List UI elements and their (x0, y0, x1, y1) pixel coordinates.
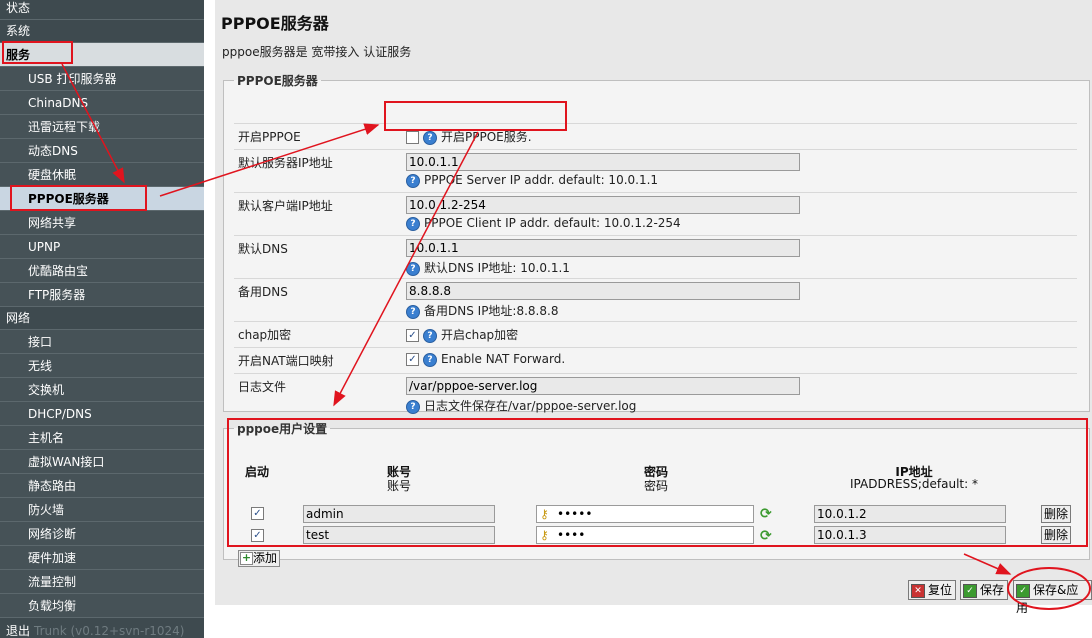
reset-icon: ✕ (911, 583, 925, 598)
add-icon: + (240, 551, 253, 565)
sidebar-item-network-share[interactable]: 网络共享 (0, 211, 204, 235)
save-icon: ✓ (963, 583, 977, 598)
help-icon: ? (423, 352, 437, 367)
help-icon: ? (423, 328, 437, 343)
dns2-input[interactable]: 8.8.8.8 (406, 282, 800, 300)
field-label: 默认客户端IP地址 (238, 199, 333, 213)
sidebar-item-hostnames[interactable]: 主机名 (0, 426, 204, 450)
sidebar-item-load-balance[interactable]: 负载均衡 (0, 594, 204, 618)
field-hint: Enable NAT Forward. (441, 352, 566, 366)
enable-pppoe-checkbox[interactable] (406, 131, 419, 144)
sidebar-item-xunlei[interactable]: 迅雷远程下载 (0, 115, 204, 139)
row-enable-pppoe: 开启PPPOE ? 开启PPPOE服务. (234, 123, 1077, 149)
field-label: 默认DNS (238, 242, 288, 256)
section-legend: PPPOE服务器 (237, 74, 318, 88)
field-hint: PPPOE Client IP addr. default: 10.0.1.2-… (424, 216, 681, 230)
row-client-ip: 默认客户端IP地址 10.0.1.2-254 ? PPPOE Client IP … (234, 192, 1077, 235)
help-icon: ? (406, 173, 420, 188)
chap-checkbox[interactable]: ✓ (406, 329, 419, 342)
nav-category-status[interactable]: 状态 (0, 0, 204, 20)
field-label: chap加密 (238, 328, 292, 342)
help-icon: ? (406, 304, 420, 319)
row-log-file: 日志文件 /var/pppoe-server.log ? 日志文件保存在/var/… (234, 373, 1077, 416)
sidebar-item-disk-sleep[interactable]: 硬盘休眠 (0, 163, 204, 187)
field-label: 默认服务器IP地址 (238, 156, 333, 170)
nav-logout[interactable]: 退出 (6, 624, 30, 638)
field-label: 开启NAT端口映射 (238, 354, 334, 368)
pppoe-server-section: PPPOE服务器 开启PPPOE ? 开启PPPOE服务. 默认服务器IP地址 1… (223, 72, 1090, 414)
page-description: pppoe服务器是 宽带接入 认证服务 (222, 45, 412, 59)
nav-category-network[interactable]: 网络 (0, 307, 204, 330)
sidebar-item-hw-accel[interactable]: 硬件加速 (0, 546, 204, 570)
sidebar-item-youku[interactable]: 优酷路由宝 (0, 259, 204, 283)
row-chap: chap加密 ✓? 开启chap加密 (234, 321, 1077, 347)
server-ip-input[interactable]: 10.0.1.1 (406, 153, 800, 171)
log-file-input[interactable]: /var/pppoe-server.log (406, 377, 800, 395)
sidebar-item-usb-print[interactable]: USB 打印服务器 (0, 67, 204, 91)
sidebar-item-firewall[interactable]: 防火墙 (0, 498, 204, 522)
sidebar-item-static-routes[interactable]: 静态路由 (0, 474, 204, 498)
add-user-button[interactable]: + 添加 (238, 550, 281, 567)
help-icon: ? (406, 399, 420, 414)
sidebar-item-interfaces[interactable]: 接口 (0, 330, 204, 354)
sidebar-item-ftp[interactable]: FTP服务器 (0, 283, 204, 307)
sidebar-item-dhcp-dns[interactable]: DHCP/DNS (0, 402, 204, 426)
sidebar-item-upnp[interactable]: UPNP (0, 235, 204, 259)
page-title: PPPOE服务器 (221, 14, 329, 33)
field-label: 备用DNS (238, 285, 288, 299)
sidebar-item-virtual-wan[interactable]: 虚拟WAN接口 (0, 450, 204, 474)
sidebar: 状态 系统 服务 USB 打印服务器 ChinaDNS 迅雷远程下载 动态DNS… (0, 0, 204, 638)
save-button[interactable]: ✓ 保存 (960, 580, 1009, 600)
reset-button[interactable]: ✕ 复位 (908, 580, 957, 600)
field-label: 开启PPPOE (238, 130, 301, 144)
row-server-ip: 默认服务器IP地址 10.0.1.1 ? PPPOE Server IP addr… (234, 149, 1077, 192)
row-nat: 开启NAT端口映射 ✓? Enable NAT Forward. (234, 347, 1077, 373)
field-hint: 日志文件保存在/var/pppoe-server.log (424, 399, 637, 413)
nat-checkbox[interactable]: ✓ (406, 353, 419, 366)
sidebar-item-chinadns[interactable]: ChinaDNS (0, 91, 204, 115)
annotation-box-services (2, 41, 73, 64)
sidebar-footer: 退出 Trunk (v0.12+svn-r1024) (0, 622, 204, 638)
field-hint: PPPOE Server IP addr. default: 10.0.1.1 (424, 173, 659, 187)
sidebar-item-diagnostics[interactable]: 网络诊断 (0, 522, 204, 546)
nav-category-system[interactable]: 系统 (0, 20, 204, 43)
dns1-input[interactable]: 10.0.1.1 (406, 239, 800, 257)
row-dns2: 备用DNS 8.8.8.8 ? 备用DNS IP地址:8.8.8.8 (234, 278, 1077, 321)
help-icon: ? (406, 216, 420, 231)
sidebar-item-ddns[interactable]: 动态DNS (0, 139, 204, 163)
annotation-box-users (227, 418, 1088, 547)
field-hint: 默认DNS IP地址: 10.0.1.1 (424, 261, 570, 275)
annotation-box-pppoe-item (10, 185, 147, 211)
help-icon: ? (423, 130, 437, 145)
field-hint: 开启PPPOE服务. (441, 130, 532, 144)
sidebar-item-wireless[interactable]: 无线 (0, 354, 204, 378)
help-icon: ? (406, 261, 420, 276)
client-ip-input[interactable]: 10.0.1.2-254 (406, 196, 800, 214)
row-dns1: 默认DNS 10.0.1.1 ? 默认DNS IP地址: 10.0.1.1 (234, 235, 1077, 278)
firmware-version: Trunk (v0.12+svn-r1024) (34, 624, 185, 638)
sidebar-item-switch[interactable]: 交换机 (0, 378, 204, 402)
annotation-box-enable (384, 101, 567, 131)
sidebar-item-qos[interactable]: 流量控制 (0, 570, 204, 594)
field-hint: 备用DNS IP地址:8.8.8.8 (424, 304, 559, 318)
field-hint: 开启chap加密 (441, 328, 519, 342)
annotation-oval-save-apply (1007, 567, 1091, 610)
field-label: 日志文件 (238, 380, 287, 394)
